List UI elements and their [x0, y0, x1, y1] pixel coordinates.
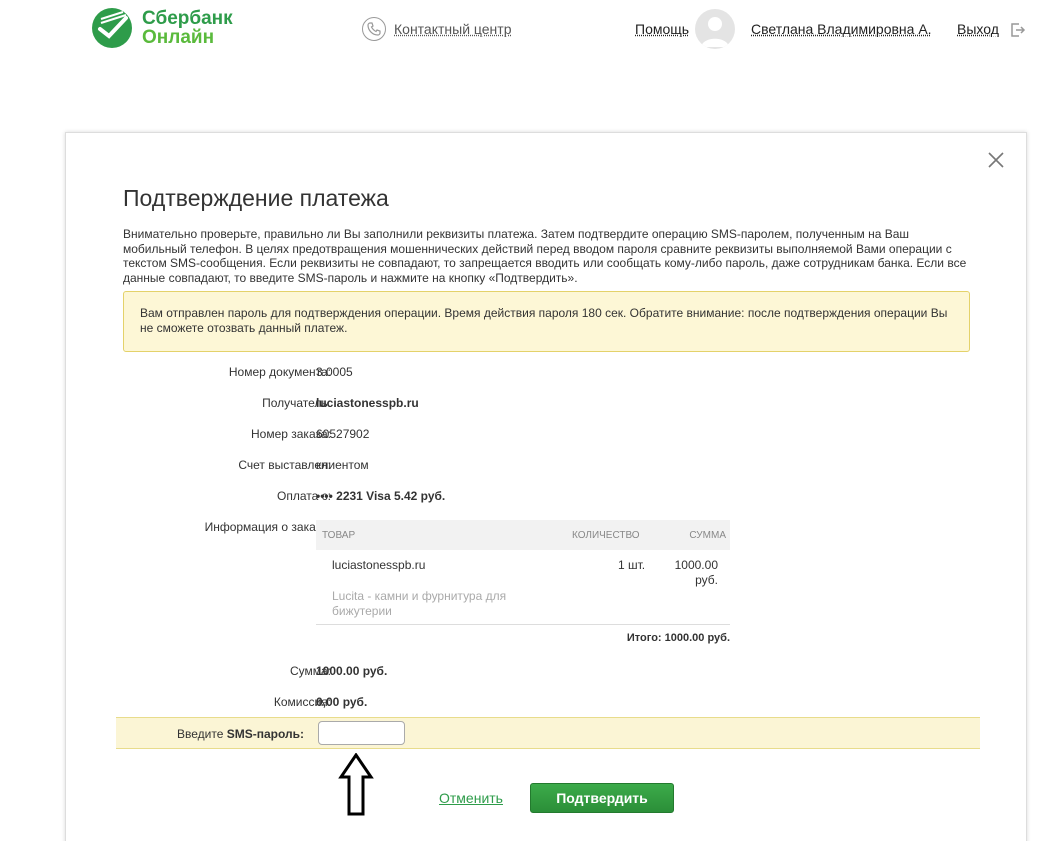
sberbank-logo[interactable]: Сбербанк Онлайн — [90, 6, 233, 50]
cancel-link[interactable]: Отменить — [439, 790, 503, 806]
col-qty-header: КОЛИЧЕСТВО — [572, 530, 640, 541]
user-avatar-icon — [701, 17, 729, 47]
commission-value: 0,00 руб. — [316, 695, 368, 709]
order-info-label: Информация о заказе: — [204, 520, 331, 534]
invoiced-value: клиентом — [316, 458, 369, 472]
sms-password-row: Введите SMS-пароль: — [116, 717, 980, 749]
item-name: luciastonesspb.ru — [332, 558, 426, 572]
order-table-header: ТОВАР КОЛИЧЕСТВО СУММА — [316, 520, 730, 550]
close-icon[interactable] — [987, 151, 1005, 169]
user-name-link[interactable]: Светлана Владимировна А. — [751, 21, 932, 37]
doc-number-value: 3.0005 — [316, 365, 353, 379]
arrow-up-icon — [338, 753, 374, 816]
order-total: Итого: 1000.00 руб. — [626, 632, 730, 644]
invoiced-label: Счет выставлен: — [238, 458, 331, 472]
help-link[interactable]: Помощь — [635, 21, 689, 37]
sms-password-input[interactable] — [318, 721, 405, 745]
payment-confirmation-dialog: Подтверждение платежа Внимательно провер… — [65, 132, 1027, 841]
contact-center-link[interactable]: Контактный центр — [394, 21, 512, 37]
logo-subtitle: Онлайн — [142, 27, 215, 48]
table-row: luciastonesspb.ru Lucita - камни и фурни… — [316, 550, 730, 625]
top-header: Сбербанк Онлайн Контактный центр Помощь … — [0, 0, 1048, 60]
logo-title: Сбербанк — [142, 8, 233, 29]
intro-text: Внимательно проверьте, правильно ли Вы з… — [123, 227, 967, 285]
sms-password-label: Введите SMS-пароль: — [176, 727, 304, 741]
logout-icon[interactable] — [1010, 22, 1026, 38]
commission-label: Комиссия: — [273, 695, 331, 709]
item-description: Lucita - камни и фурнитура для бижутерии — [332, 589, 507, 618]
order-number-value: 60527902 — [316, 427, 370, 441]
order-total-row: Итого: 1000.00 руб. — [316, 625, 730, 651]
doc-number-label: Номер документа: — [228, 365, 331, 379]
logout-link[interactable]: Выход — [957, 21, 999, 37]
sberbank-logo-icon — [92, 8, 132, 48]
item-quantity: 1 шт. — [618, 558, 646, 572]
confirm-button[interactable]: Подтвердить — [530, 783, 674, 813]
item-sum: 1000.00 руб. — [674, 558, 718, 587]
col-item-header: ТОВАР — [322, 530, 356, 541]
order-table: ТОВАР КОЛИЧЕСТВО СУММА luciastonesspb.ru… — [316, 520, 730, 651]
order-number-label: Номер заказа: — [250, 427, 331, 441]
dialog-title: Подтверждение платежа — [123, 185, 389, 211]
payment-from-label: Оплата с: — [277, 489, 331, 503]
recipient-value: luciastonesspb.ru — [316, 396, 419, 410]
avatar[interactable] — [695, 9, 735, 49]
col-sum-header: СУММА — [689, 530, 726, 541]
phone-icon — [362, 17, 386, 41]
sms-notice-box: Вам отправлен пароль для подтверждения о… — [123, 291, 970, 352]
payment-from-value: •••• 2231 Visa 5.42 руб. — [316, 489, 446, 503]
contact-center[interactable]: Контактный центр — [362, 17, 512, 41]
sum-label: Сумма: — [289, 664, 331, 678]
recipient-label: Получатель: — [262, 396, 331, 410]
sum-value: 1000.00 руб. — [316, 664, 388, 678]
